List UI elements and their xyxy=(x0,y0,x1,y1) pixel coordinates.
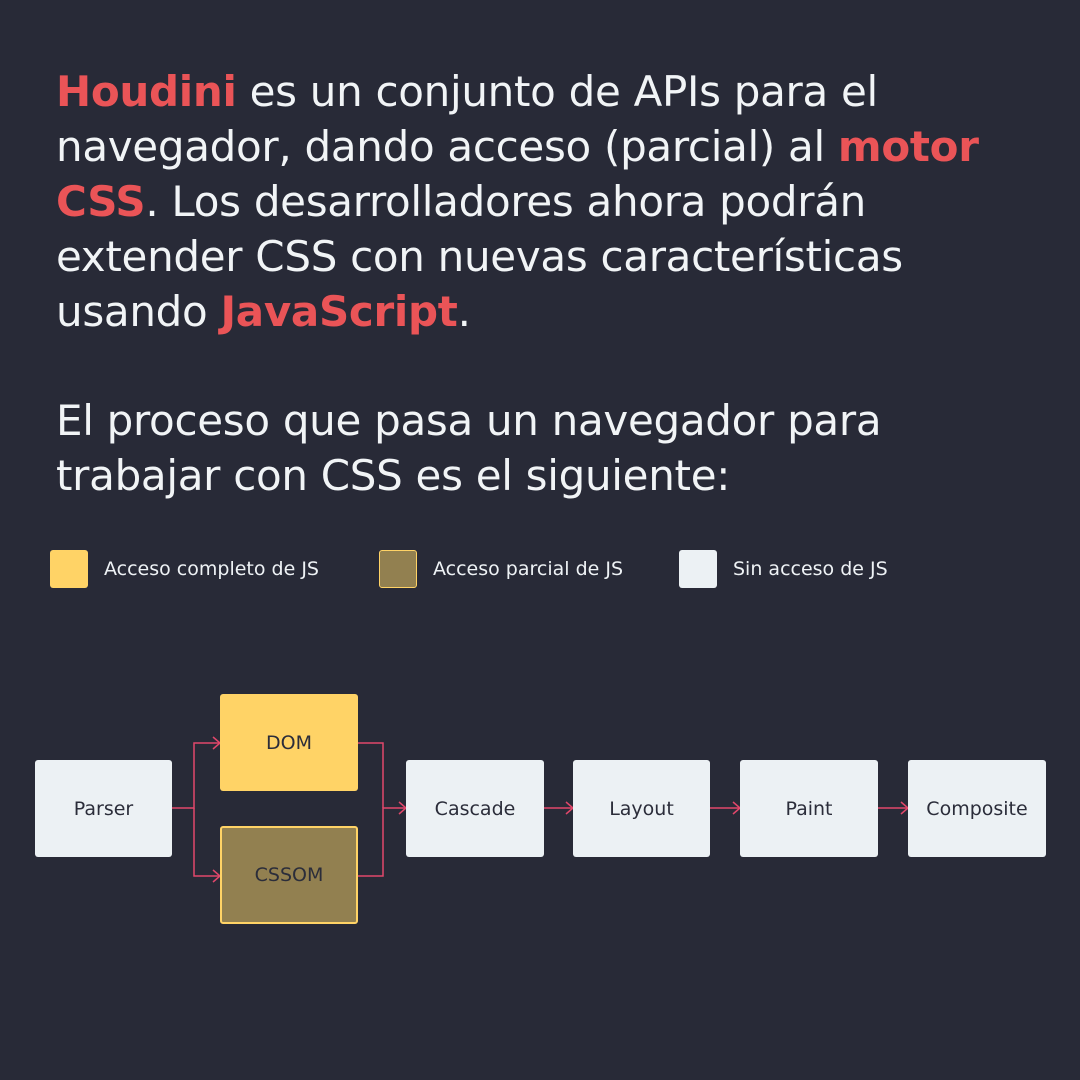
connector-dom-cascade xyxy=(358,742,384,808)
node-parser: Parser xyxy=(35,760,172,857)
node-cascade: Cascade xyxy=(406,760,544,857)
connector-parser-dom xyxy=(172,742,220,809)
node-dom: DOM xyxy=(220,694,358,791)
node-composite: Composite xyxy=(908,760,1046,857)
node-paint: Paint xyxy=(740,760,878,857)
connector-cssom-cascade xyxy=(358,807,406,877)
node-layout: Layout xyxy=(573,760,710,857)
node-cssom: CSSOM xyxy=(220,826,358,924)
connector-parser-cssom xyxy=(193,808,220,877)
flow-connectors xyxy=(172,736,910,883)
